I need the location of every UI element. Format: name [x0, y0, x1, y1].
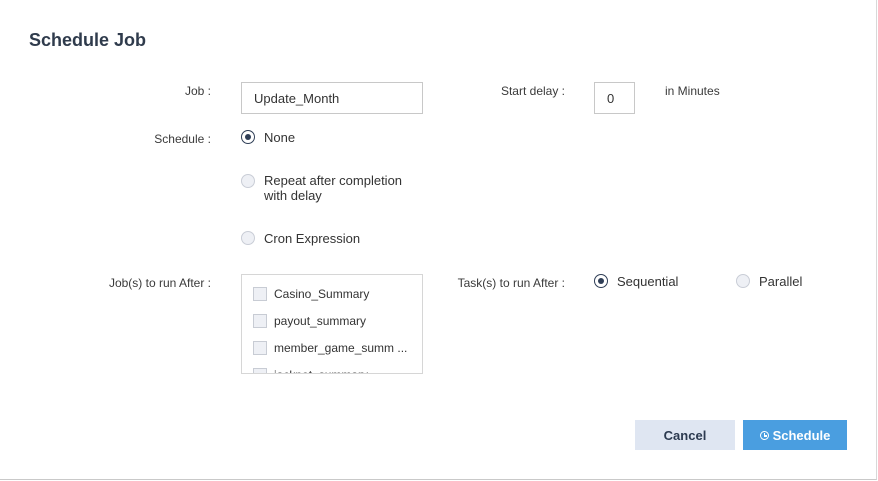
schedule-cron-label[interactable]: Cron Expression [264, 231, 360, 246]
schedule-repeat-label-line1: Repeat after completion [264, 173, 403, 188]
list-item[interactable]: jackpot_summary [253, 368, 418, 373]
tasks-after-label: Task(s) to run After : [457, 276, 565, 290]
schedule-button[interactable]: Schedule [743, 420, 847, 450]
start-delay-unit: in Minutes [665, 84, 720, 98]
jobs-after-label: Job(s) to run After : [108, 276, 211, 290]
schedule-repeat-label-line2: with delay [264, 188, 322, 203]
job-checkbox-label[interactable]: member_game_summ ... [274, 341, 407, 356]
jobs-after-list[interactable]: Casino_Summary payout_summary member_gam… [241, 274, 423, 374]
schedule-button-label: Schedule [772, 427, 831, 443]
job-checkbox-label[interactable]: Casino_Summary [274, 287, 369, 302]
schedule-repeat-label[interactable]: Repeat after completion with delay [264, 173, 402, 203]
job-checkbox-label[interactable]: payout_summary [274, 314, 366, 329]
tasks-sequential-label[interactable]: Sequential [617, 274, 678, 289]
start-delay-value: 0 [607, 91, 615, 106]
tasks-sequential-radio[interactable] [594, 274, 608, 288]
job-checkbox[interactable] [253, 314, 267, 328]
tasks-parallel-radio[interactable] [736, 274, 750, 288]
tasks-parallel-label[interactable]: Parallel [759, 274, 802, 289]
schedule-none-label[interactable]: None [264, 130, 295, 145]
job-input[interactable]: Update_Month [241, 82, 423, 114]
start-delay-input[interactable]: 0 [594, 82, 635, 114]
cancel-button[interactable]: Cancel [635, 420, 735, 450]
schedule-job-dialog: Schedule Job Job : Update_Month Start de… [0, 0, 877, 480]
job-checkbox[interactable] [253, 287, 267, 301]
schedule-label: Schedule : [154, 132, 211, 146]
job-checkbox[interactable] [253, 341, 267, 355]
start-delay-label: Start delay : [500, 84, 565, 98]
schedule-cron-radio[interactable] [241, 231, 255, 245]
dialog-title: Schedule Job [29, 30, 147, 50]
job-checkbox[interactable] [253, 368, 267, 373]
list-item[interactable]: payout_summary [253, 314, 418, 330]
clock-icon [759, 430, 769, 440]
schedule-none-radio[interactable] [241, 130, 255, 144]
list-item[interactable]: Casino_Summary [253, 287, 418, 303]
schedule-repeat-radio[interactable] [241, 174, 255, 188]
job-checkbox-label[interactable]: jackpot_summary [274, 368, 368, 373]
list-item[interactable]: member_game_summ ... [253, 341, 418, 357]
job-input-value: Update_Month [254, 91, 340, 106]
job-label: Job : [184, 84, 211, 98]
cancel-button-label: Cancel [663, 427, 707, 443]
